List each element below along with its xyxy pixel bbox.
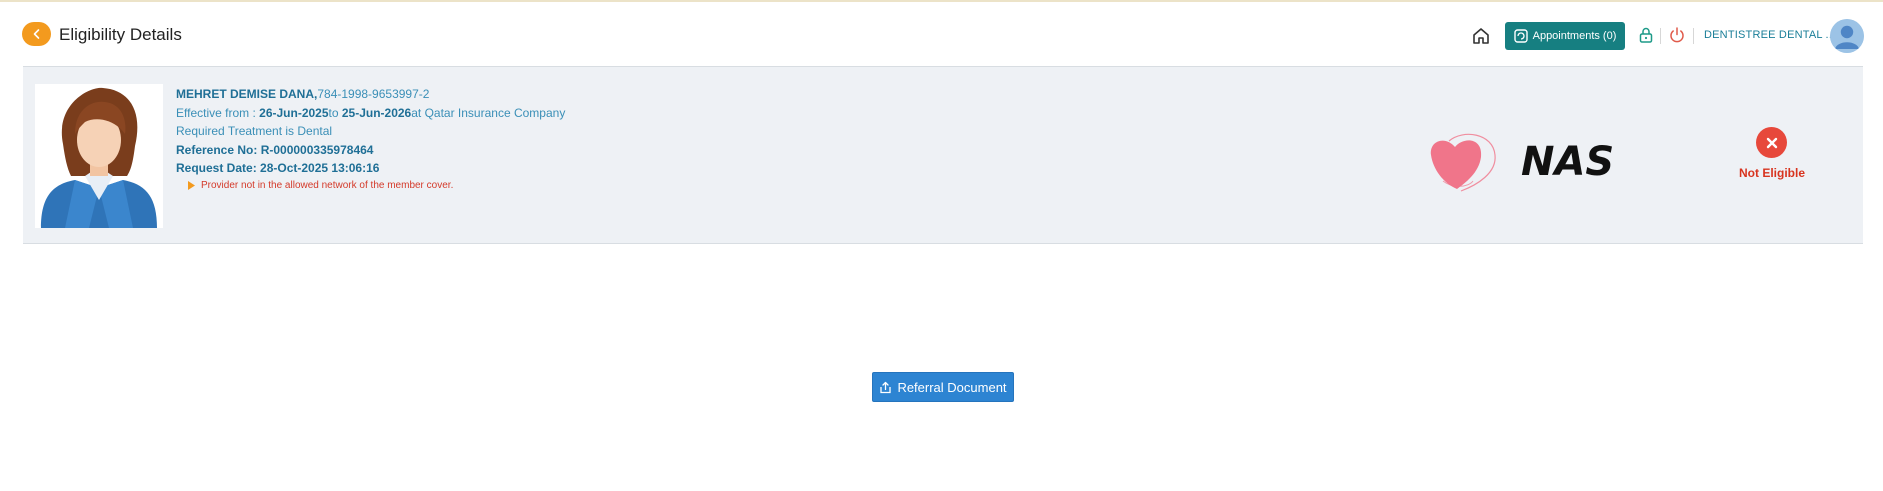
page-title: Eligibility Details bbox=[59, 25, 182, 44]
member-info: MEHRET DEMISE DANA,784-1998-9653997-2 Ef… bbox=[176, 85, 565, 194]
user-avatar-graphic bbox=[1830, 19, 1864, 53]
refresh-icon bbox=[1513, 29, 1528, 43]
denial-reason-text: Provider not in the allowed network of t… bbox=[201, 179, 454, 191]
home-icon[interactable] bbox=[1470, 25, 1492, 47]
chevron-left-icon bbox=[33, 29, 39, 39]
close-icon bbox=[1756, 127, 1787, 158]
caret-right-icon bbox=[188, 181, 195, 191]
power-icon[interactable] bbox=[1668, 26, 1686, 44]
member-photo bbox=[35, 84, 163, 228]
insurer-text: at Qatar Insurance Company bbox=[411, 105, 566, 120]
nas-logo-graphic: NAS bbox=[1430, 133, 1614, 192]
effective-to-prefix: to bbox=[328, 105, 342, 120]
member-id: 784-1998-9653997-2 bbox=[317, 87, 430, 101]
divider bbox=[1660, 28, 1661, 44]
lock-icon[interactable] bbox=[1637, 26, 1655, 44]
header: Eligibility Details Appointments (0) DEN… bbox=[0, 2, 1883, 66]
treatment-text: Required Treatment is Dental bbox=[176, 124, 333, 139]
referral-document-button[interactable]: Referral Document bbox=[872, 372, 1014, 402]
effective-period-row: Effective from : 26-Jun-2025to 25-Jun-20… bbox=[176, 104, 565, 123]
clinic-name-link[interactable]: DENTISTREE DENTAL ... bbox=[1704, 29, 1835, 41]
member-name-row: MEHRET DEMISE DANA,784-1998-9653997-2 bbox=[176, 85, 565, 104]
back-button[interactable] bbox=[22, 22, 51, 46]
effective-from-date: 26-Jun-2025 bbox=[259, 105, 329, 120]
effective-prefix: Effective from : bbox=[176, 105, 260, 120]
denial-reason-row: Provider not in the allowed network of t… bbox=[188, 178, 565, 194]
reference-number: Reference No: R-000000335978464 bbox=[176, 142, 374, 157]
status-label: Not Eligible bbox=[1739, 166, 1805, 180]
member-name: MEHRET DEMISE DANA, bbox=[176, 87, 318, 101]
eligibility-status: Not Eligible bbox=[1713, 127, 1833, 187]
insurer-logo: NAS bbox=[1423, 125, 1623, 197]
logo-text: NAS bbox=[1521, 139, 1614, 185]
referral-document-label: Referral Document bbox=[897, 379, 1007, 395]
member-eligibility-panel: MEHRET DEMISE DANA,784-1998-9653997-2 Ef… bbox=[23, 66, 1863, 244]
member-portrait-illustration bbox=[41, 87, 157, 228]
effective-to-date: 25-Jun-2026 bbox=[341, 105, 412, 120]
request-date: Request Date: 28-Oct-2025 13:06:16 bbox=[176, 161, 380, 176]
divider bbox=[1693, 28, 1694, 44]
user-avatar-icon[interactable] bbox=[1830, 19, 1864, 53]
upload-icon bbox=[880, 381, 892, 393]
appointments-label: Appointments (0) bbox=[1532, 30, 1617, 42]
appointments-button[interactable]: Appointments (0) bbox=[1505, 22, 1625, 50]
